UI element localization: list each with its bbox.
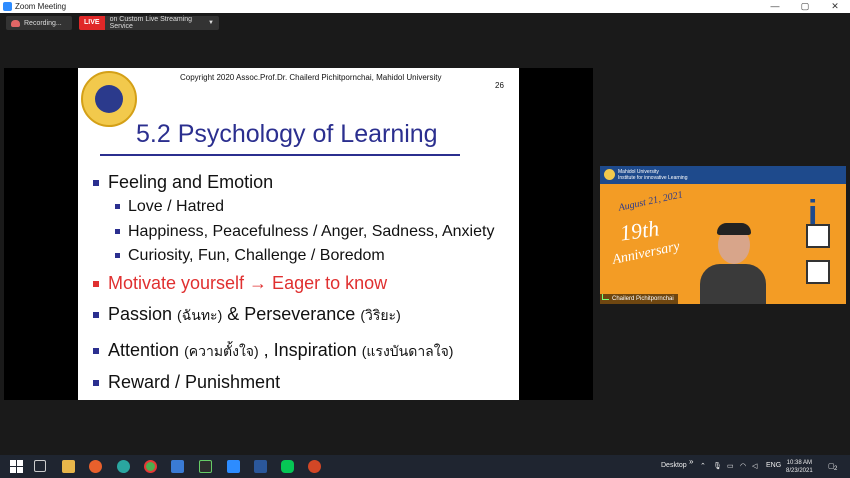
bullet-passion: Passion (ฉันทะ) & Perseverance (วิริยะ) (93, 304, 401, 327)
bullet-thai-text: (แรงบันดาลใจ) (361, 343, 454, 359)
network-icon[interactable]: ▭ (727, 462, 734, 470)
desktop-toolbar-label[interactable]: Desktop (661, 462, 687, 469)
bullet-square-icon (115, 253, 120, 259)
slide-page-number: 26 (495, 81, 504, 90)
zoom-app-icon (3, 2, 12, 11)
recording-indicator[interactable]: Recording... (6, 16, 72, 30)
bullet-text: Reward / Punishment (108, 372, 281, 392)
bullet-feeling-emotion: Feeling and Emotion (93, 172, 273, 193)
virtual-background-header: Mahidol University Institute for innovati… (600, 166, 846, 184)
notification-count: 2 (834, 466, 838, 472)
bullet-square-icon (93, 348, 99, 355)
bullet-reward: Reward / Punishment (93, 372, 280, 393)
bullet-text: Passion (108, 304, 178, 324)
bullet-text: Love / Hatred (128, 198, 225, 215)
bullet-square-icon (93, 281, 99, 288)
minimize-button[interactable]: — (760, 1, 790, 12)
app-icon[interactable] (199, 460, 212, 473)
bullet-text: Curiosity, Fun, Challenge / Boredom (128, 247, 385, 264)
qr-code-icon (806, 224, 830, 248)
anniversary-date: August 21, 2021 (617, 189, 684, 214)
bullet-love-hatred: Love / Hatred (115, 198, 224, 216)
windows-taskbar: Desktop » ⌃ 🎙 ▭ ◠ ◁ ENG 10:38 AM 8/23/20… (0, 455, 850, 478)
signal-strength-icon (602, 294, 609, 300)
participant-name-tag: Chailerd Pichitpornchai (600, 294, 678, 304)
bullet-thai-text: (วิริยะ) (360, 307, 401, 323)
maximize-button[interactable]: ▢ (790, 1, 820, 12)
chevron-up-icon[interactable]: ⌃ (700, 462, 706, 470)
presentation-slide: Copyright 2020 Assoc.Prof.Dr. Chailerd P… (78, 68, 519, 400)
live-stream-dropdown[interactable]: LIVE on Custom Live Streaming Service ▼ (79, 16, 219, 30)
mail-icon[interactable] (171, 460, 184, 473)
edge-icon[interactable] (117, 460, 130, 473)
slide-copyright: Copyright 2020 Assoc.Prof.Dr. Chailerd P… (180, 73, 442, 82)
bullet-attention: Attention (ความตั้งใจ) , Inspiration (แร… (93, 340, 453, 363)
file-explorer-icon[interactable] (62, 460, 75, 473)
bullet-text: Happiness, Peacefulness / Anger, Sadness… (128, 223, 495, 240)
chevron-down-icon: ▼ (208, 20, 214, 26)
participant-name: Chailerd Pichitpornchai (612, 296, 674, 302)
cloud-recording-icon (11, 19, 20, 27)
wifi-icon[interactable]: ◠ (740, 462, 746, 470)
university-seal-icon (81, 71, 137, 127)
bullet-text-mid: , Inspiration (258, 340, 362, 360)
bullet-thai-text: (ฉันทะ) (177, 307, 223, 323)
windows-start-icon[interactable] (10, 460, 23, 473)
university-seal-icon (604, 169, 615, 180)
presenter-figure (700, 222, 766, 304)
bullet-text: Motivate yourself → Eager to know (108, 273, 388, 293)
chevron-right-icon[interactable]: » (689, 457, 693, 466)
line-icon[interactable] (281, 460, 294, 473)
bullet-text: Attention (108, 340, 185, 360)
window-title: Zoom Meeting (15, 2, 67, 11)
language-indicator[interactable]: ENG (766, 462, 781, 469)
bullet-square-icon (93, 380, 99, 387)
recording-label: Recording... (24, 19, 62, 27)
participant-video-tile[interactable]: Mahidol University Institute for innovati… (600, 166, 846, 304)
microphone-icon[interactable]: 🎙 (713, 462, 722, 470)
clock-time: 10:38 AM (786, 460, 813, 466)
taskbar-clock[interactable]: 10:38 AM 8/23/2021 (786, 459, 813, 475)
bullet-thai-text: (ความตั้งใจ) (184, 343, 259, 359)
zoom-taskbar-icon[interactable] (227, 460, 240, 473)
chrome-icon[interactable] (144, 460, 157, 473)
live-stream-label: on Custom Live Streaming Service (109, 16, 193, 30)
task-view-icon[interactable] (34, 460, 46, 472)
title-underline (100, 154, 460, 156)
close-button[interactable]: ✕ (820, 1, 850, 12)
word-icon[interactable] (254, 460, 267, 473)
anniversary-number: 19th (618, 215, 661, 246)
live-badge: LIVE (79, 16, 105, 30)
bullet-text: Feeling and Emotion (108, 172, 274, 192)
window-titlebar: Zoom Meeting — ▢ ✕ (0, 0, 850, 13)
bullet-square-icon (93, 180, 99, 187)
qr-code-icon (806, 260, 830, 284)
firefox-icon[interactable] (89, 460, 102, 473)
volume-icon[interactable]: ◁ (752, 462, 757, 470)
header-line2: Institute for innovative Learning (618, 175, 688, 181)
clock-date: 8/23/2021 (786, 468, 813, 474)
bullet-text-mid: & Perseverance (222, 304, 361, 324)
bullet-curiosity: Curiosity, Fun, Challenge / Boredom (115, 247, 385, 265)
bullet-motivate: Motivate yourself → Eager to know (93, 273, 387, 294)
meeting-toolbar: Recording... LIVE on Custom Live Streami… (0, 13, 850, 35)
bullet-square-icon (115, 204, 120, 210)
bullet-square-icon (93, 312, 99, 319)
bullet-square-icon (115, 229, 120, 235)
slide-title: 5.2 Psychology of Learning (136, 120, 438, 148)
powerpoint-icon[interactable] (308, 460, 321, 473)
bullet-happiness: Happiness, Peacefulness / Anger, Sadness… (115, 223, 494, 241)
